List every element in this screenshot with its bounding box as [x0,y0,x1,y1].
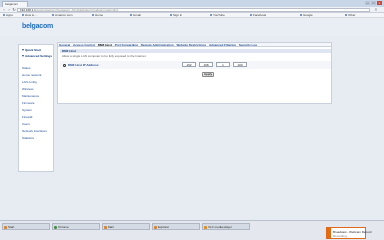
bookmark-item[interactable]: Home [92,14,103,17]
tab-strip: belgacom — □ × [0,0,384,7]
bookmark-item[interactable]: Apps [3,14,13,17]
sidebar-advanced-settings[interactable]: Advanced Settings [22,55,52,58]
tab-advanced-filtering[interactable]: Advanced Filtering [208,43,237,46]
bookmark-item[interactable]: Amazon.com [52,14,73,17]
notification-subtitle: Recording... [333,234,350,238]
notification-popup[interactable]: Broadcast - Webcam Record Recording... [326,227,371,239]
apply-button[interactable]: Apply [202,72,214,77]
sidebar: Quick Start Advanced Settings Status Hom… [18,44,54,172]
bookmark-item[interactable]: Sign in [170,14,182,17]
taskbar-item[interactable]: Start [2,223,50,230]
taskbar-item[interactable]: Mail [102,223,150,230]
bookmark-item[interactable]: How to ... [22,14,38,17]
window-controls: — □ × [365,1,382,5]
content-panel: General Access Control DMZ Host Port For… [57,42,332,104]
ip-separator: . [197,63,198,67]
address-host: 192.168.1.1 [20,8,36,12]
dmz-row: DMZ Host IP Address: 192 . 168 . 1 . 100 [60,61,331,69]
ip-octet-2-input[interactable]: 168 [199,62,213,67]
bookmark-item[interactable]: Gmail [130,14,141,17]
bookmark-item[interactable]: Google [300,14,313,17]
bookmark-item[interactable]: YouTube [210,14,225,17]
tab-security-log[interactable]: Security Log [238,43,258,46]
dmz-host-label: DMZ Host IP Address: [68,63,100,67]
sidebar-item[interactable]: Statistics [22,137,34,140]
sidebar-item[interactable]: Firmware [22,102,35,105]
brand-logo[interactable]: belgacom [22,23,53,30]
ip-octet-1-input[interactable]: 192 [182,62,196,67]
address-path: /cgi-bin/webcm?getpage=../html/defs/app.… [35,8,119,12]
tab-port-forwarding[interactable]: Port Forwarding [114,43,139,46]
ip-separator: . [231,63,232,67]
tab-website-restrictions[interactable]: Website Restrictions [176,43,208,46]
menu-icon[interactable]: ≡ [374,8,378,12]
bookmark-item[interactable]: Facebook [250,14,266,17]
sidebar-item[interactable]: Maintenance [22,95,39,98]
router-page: belgacom Quick Start Advanced Settings S… [0,18,384,220]
taskbar: Start Chrome Mail Explorer VLC media pla… [0,220,384,240]
ip-separator: . [214,63,215,67]
sidebar-item-label: Advanced Settings [25,54,53,58]
back-icon[interactable]: ‹ [2,8,6,12]
sidebar-item[interactable]: System [22,109,32,112]
sidebar-item[interactable]: LAN config [22,81,37,84]
tab-remote-administration[interactable]: Remote Administration [140,43,175,46]
page-header: belgacom [0,18,384,36]
reload-icon[interactable]: ↻ [12,8,16,12]
section-description: Allow a single LAN computer to be fully … [62,54,147,58]
sidebar-item[interactable]: Users [22,123,30,126]
sidebar-item[interactable]: Status [22,67,31,70]
notification-accent [327,228,331,238]
taskbar-item[interactable]: Explorer [152,223,200,230]
tab-dmz-host[interactable]: DMZ Host [97,43,113,46]
sidebar-item[interactable]: Wireless [22,88,34,91]
ip-octet-4-input[interactable]: 100 [233,62,247,67]
settings-tabs: General Access Control DMZ Host Port For… [58,43,331,47]
sidebar-item[interactable]: Firewall [22,116,32,119]
ip-octet-3-input[interactable]: 1 [216,62,230,67]
tab-access-control[interactable]: Access Control [72,43,96,46]
bookmark-item[interactable]: Other [345,14,356,17]
maximize-button[interactable]: □ [371,1,376,5]
taskbar-item[interactable]: Chrome [52,223,100,230]
triangle-icon [22,49,24,52]
section-title: DMZ Host [60,49,331,53]
tab-general[interactable]: General [58,43,71,46]
forward-icon[interactable]: › [7,8,11,12]
address-bar[interactable]: 192.168.1.1/cgi-bin/webcm?getpage=../htm… [17,8,370,12]
minimize-button[interactable]: — [365,1,370,5]
sidebar-item[interactable]: Home network [22,74,41,77]
sidebar-quick-start[interactable]: Quick Start [22,49,41,52]
sidebar-item[interactable]: Network interfaces [22,130,47,133]
taskbar-item[interactable]: VLC media player [202,223,250,230]
dmz-enable-radio[interactable] [63,64,66,67]
sidebar-item-label: Quick Start [25,48,42,52]
triangle-icon [22,55,24,58]
close-button[interactable]: × [377,1,382,5]
